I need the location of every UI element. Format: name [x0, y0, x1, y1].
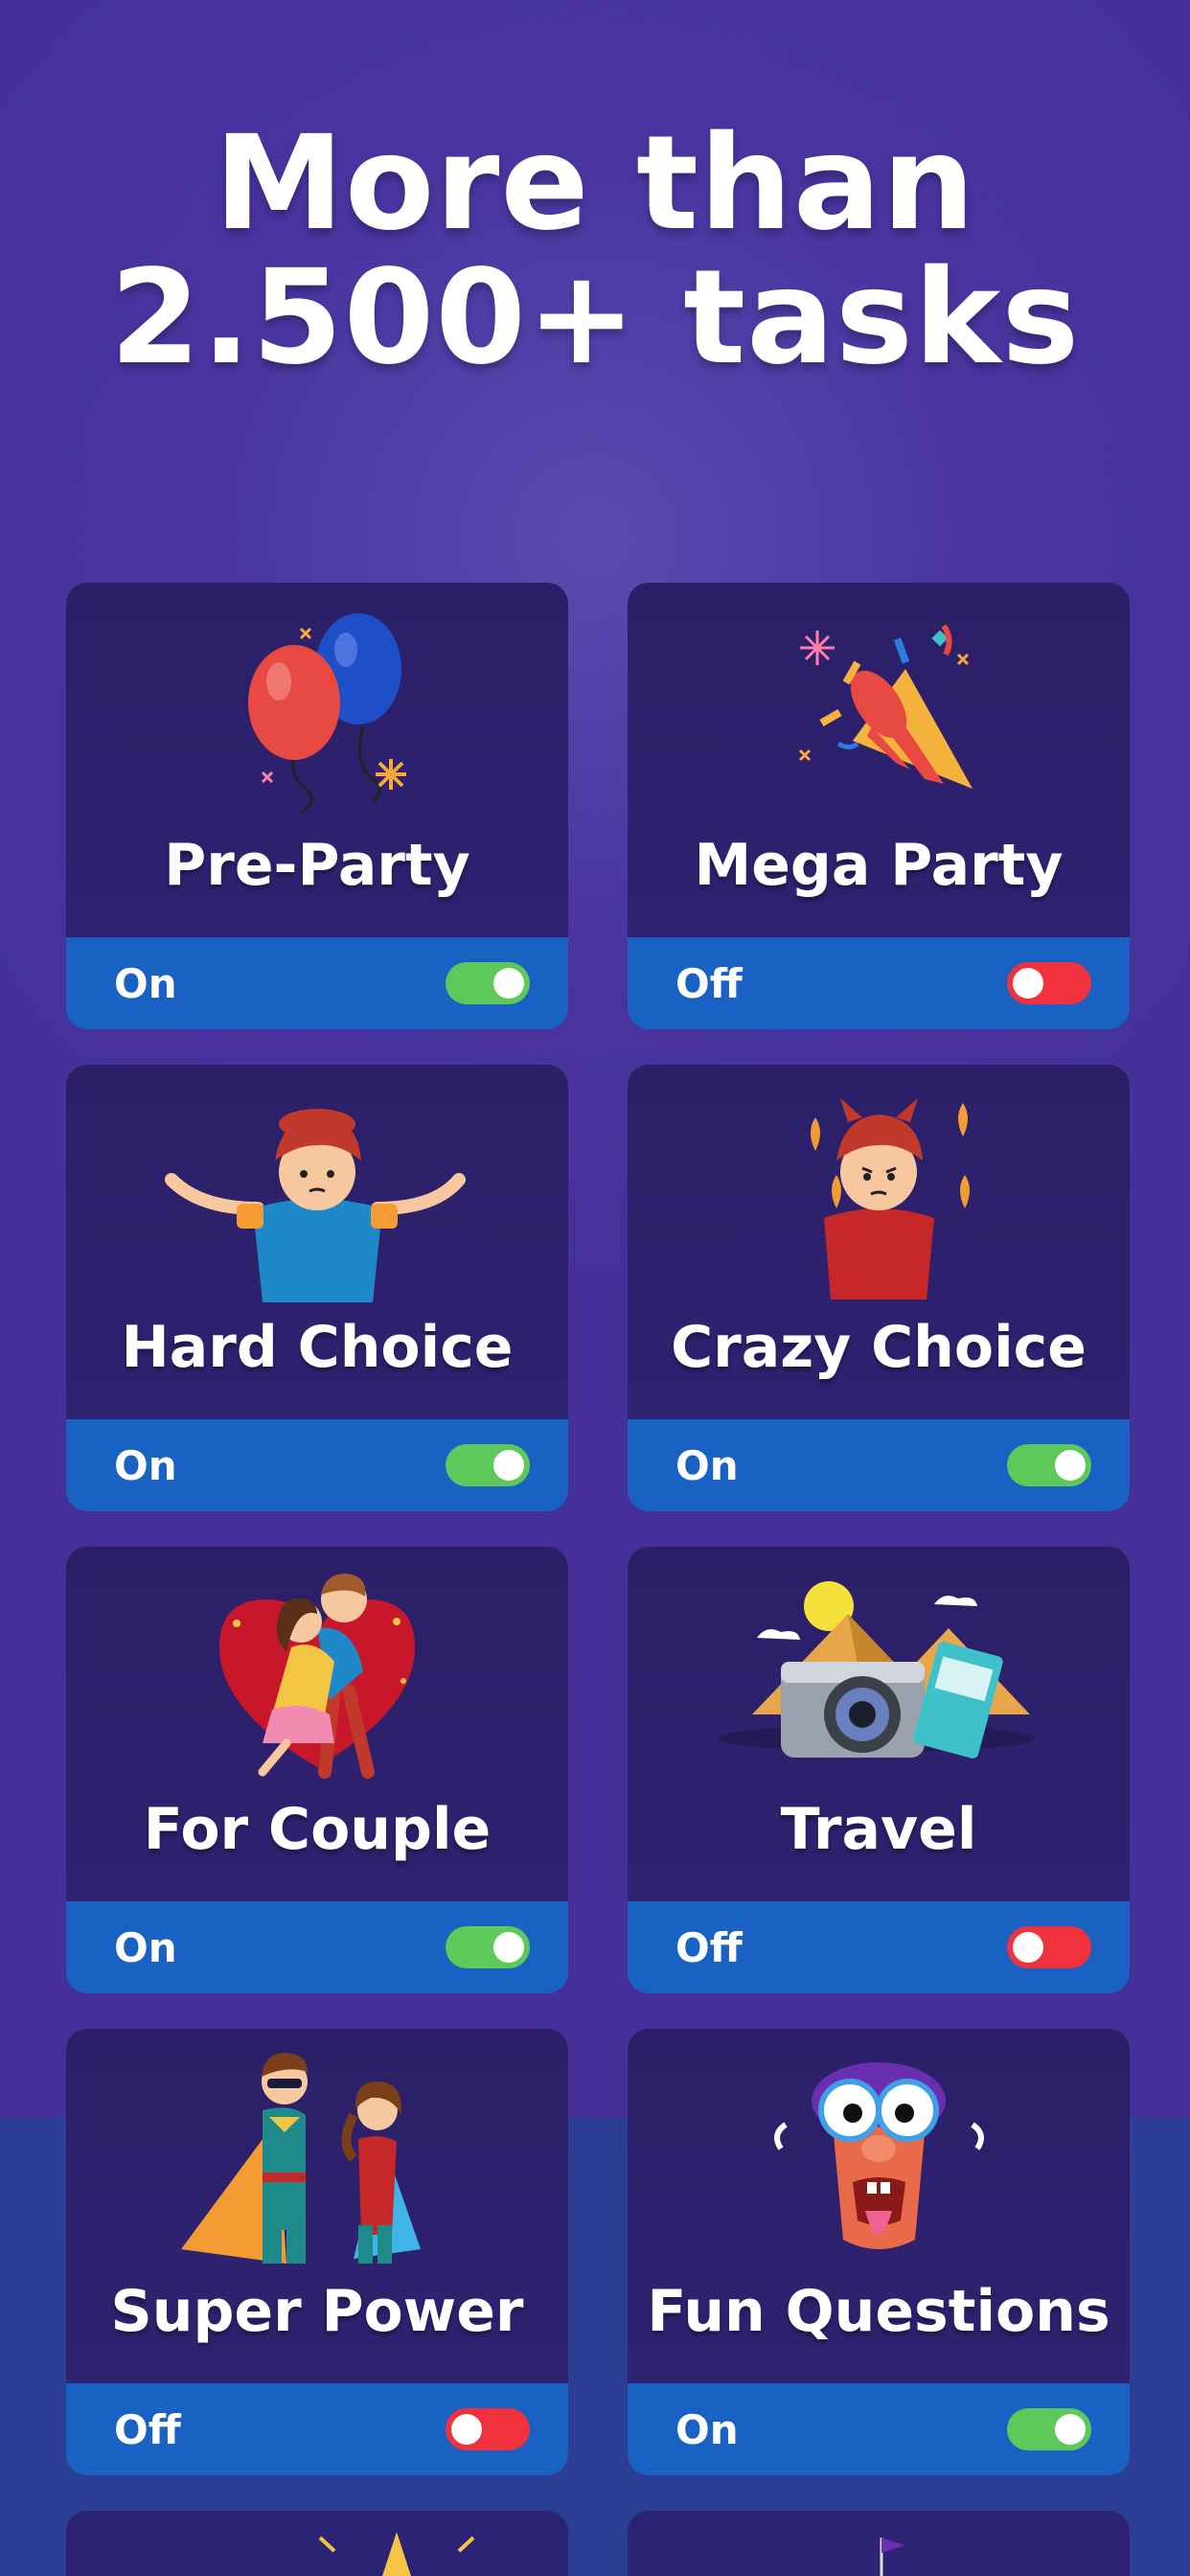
- title-line-1: More than: [214, 108, 976, 260]
- superheroes-icon: [181, 2053, 421, 2264]
- category-card-super-power[interactable]: Super Power Off: [66, 2029, 568, 2475]
- card-title: Fun Questions: [647, 2278, 1110, 2345]
- card-title: Mega Party: [694, 832, 1064, 899]
- card-toggle-row[interactable]: On: [628, 2383, 1130, 2475]
- shrugging-boy-icon: [165, 1109, 466, 1302]
- card-toggle-row[interactable]: On: [628, 1419, 1130, 1511]
- travel-camera-icon: [719, 1581, 1035, 1759]
- category-card-for-couple[interactable]: For Couple On: [66, 1547, 568, 1993]
- card-toggle-row[interactable]: Off: [66, 2383, 568, 2475]
- toggle-knob: [493, 1450, 524, 1481]
- card-toggle-row[interactable]: Off: [628, 937, 1130, 1029]
- toggle-knob: [493, 1932, 524, 1963]
- card-title: Travel: [780, 1796, 977, 1863]
- category-card-hard-choice[interactable]: Hard Choice On: [66, 1065, 568, 1511]
- title-line-2: 2.500+ tasks: [109, 242, 1081, 394]
- toggle-state-label: Off: [675, 959, 743, 1007]
- category-card-pre-party[interactable]: Pre-Party On: [66, 583, 568, 1029]
- crown-icon: [318, 2532, 475, 2576]
- toggle-state-label: On: [675, 1441, 739, 1489]
- card-title: For Couple: [143, 1796, 492, 1863]
- enable-toggle[interactable]: [446, 1926, 530, 1968]
- enable-toggle[interactable]: [446, 962, 530, 1004]
- flag-icon: [880, 2538, 905, 2576]
- toggle-state-label: On: [675, 2405, 739, 2453]
- card-title: Pre-Party: [164, 832, 470, 899]
- enable-toggle[interactable]: [1007, 962, 1091, 1004]
- category-card-crazy-choice[interactable]: Crazy Choice On: [628, 1065, 1130, 1511]
- card-title: Crazy Choice: [671, 1314, 1087, 1381]
- card-toggle-row[interactable]: On: [66, 1901, 568, 1993]
- balloons-icon: [248, 613, 406, 815]
- category-card-fun-questions[interactable]: Fun Questions On: [628, 2029, 1130, 2475]
- card-toggle-row[interactable]: Off: [628, 1901, 1130, 1993]
- card-title: Hard Choice: [121, 1314, 514, 1381]
- toggle-knob: [1013, 968, 1043, 999]
- toggle-state-label: On: [114, 1923, 177, 1971]
- toggle-state-label: On: [114, 959, 177, 1007]
- toggle-knob: [493, 968, 524, 999]
- funny-face-icon: [774, 2062, 984, 2249]
- category-card-travel[interactable]: Travel Off: [628, 1547, 1130, 1993]
- page-title: More than 2.500+ tasks: [0, 117, 1190, 385]
- category-card-mega-party[interactable]: Mega Party Off: [628, 583, 1130, 1029]
- enable-toggle[interactable]: [446, 2408, 530, 2450]
- party-popper-icon: [798, 624, 973, 789]
- category-card-partial[interactable]: [66, 2511, 568, 2576]
- enable-toggle[interactable]: [446, 1444, 530, 1486]
- category-card-partial[interactable]: [628, 2511, 1130, 2576]
- card-toggle-row[interactable]: On: [66, 1419, 568, 1511]
- toggle-knob: [1013, 1932, 1043, 1963]
- toggle-state-label: On: [114, 1441, 177, 1489]
- card-toggle-row[interactable]: On: [66, 937, 568, 1029]
- toggle-knob: [1055, 1450, 1086, 1481]
- toggle-knob: [1055, 2414, 1086, 2445]
- toggle-knob: [451, 2414, 482, 2445]
- enable-toggle[interactable]: [1007, 1444, 1091, 1486]
- couple-heart-icon: [219, 1574, 415, 1779]
- enable-toggle[interactable]: [1007, 2408, 1091, 2450]
- enable-toggle[interactable]: [1007, 1926, 1091, 1968]
- toggle-state-label: Off: [114, 2405, 181, 2453]
- devil-boy-icon: [811, 1098, 970, 1300]
- toggle-state-label: Off: [675, 1923, 743, 1971]
- card-title: Super Power: [110, 2278, 524, 2345]
